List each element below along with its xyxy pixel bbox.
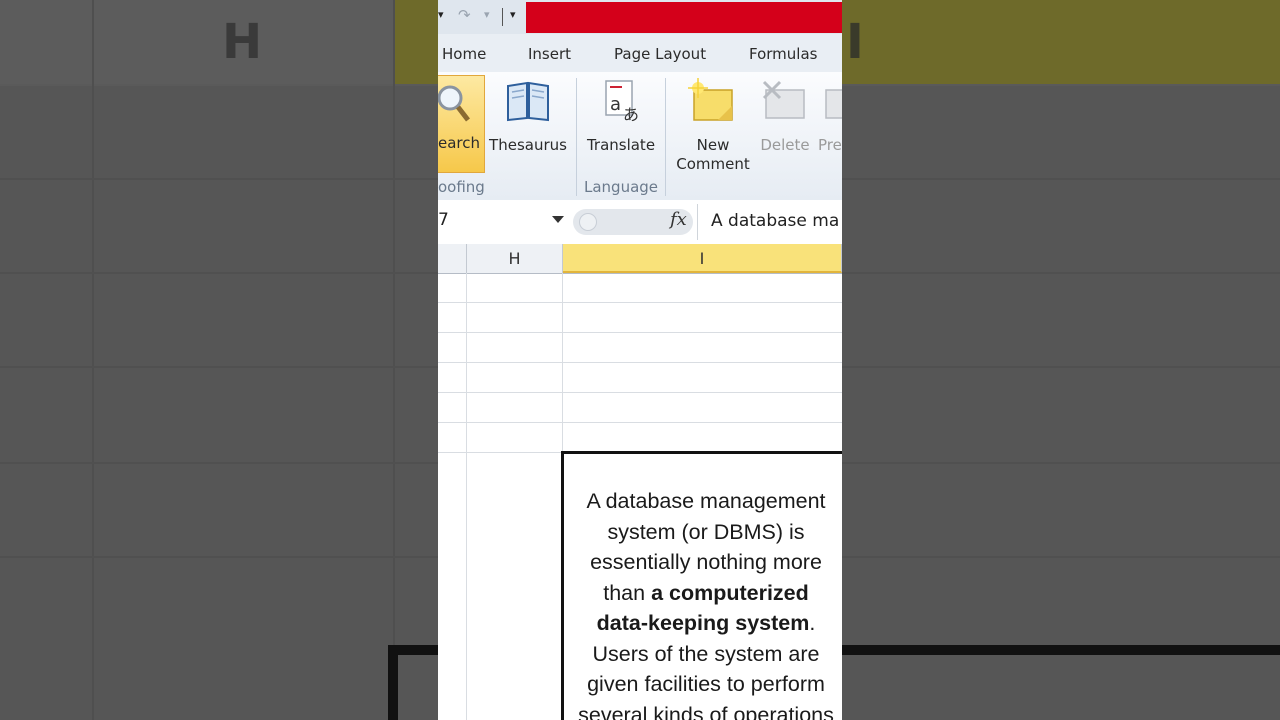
text-box-shape[interactable]: A database management system (or DBMS) i… xyxy=(561,451,842,720)
column-header-g[interactable] xyxy=(438,244,467,273)
insert-function-icon[interactable]: fx xyxy=(670,209,687,230)
tab-insert[interactable]: Insert xyxy=(528,45,571,63)
text-box-content: A database management system (or DBMS) i… xyxy=(564,486,842,720)
translate-label: Translate xyxy=(586,136,656,154)
quick-access-toolbar: ▾ ↷ ▾ ▾ xyxy=(438,0,842,34)
text-line: several kinds of operations xyxy=(578,702,834,720)
gridline xyxy=(438,332,842,333)
group-separator xyxy=(665,78,666,196)
new-comment-label-line1: New xyxy=(696,136,730,154)
bg-column-i-label: I xyxy=(846,14,864,70)
delete-comment-button[interactable]: Delete xyxy=(758,78,812,154)
name-box[interactable]: 7 xyxy=(438,210,449,230)
bg-gridline xyxy=(393,0,395,720)
formula-bar: 7 fx A database ma xyxy=(438,200,842,245)
undo-dropdown-icon[interactable]: ▾ xyxy=(438,8,444,21)
gridline xyxy=(438,362,842,363)
gridline xyxy=(438,422,842,423)
customize-toolbar-icon[interactable]: ▾ xyxy=(510,8,516,21)
gridline xyxy=(438,392,842,393)
gridline xyxy=(466,273,467,720)
tab-page-layout[interactable]: Page Layout xyxy=(614,45,706,63)
excel-window: ▾ ↷ ▾ ▾ Home Insert Page Layout Formulas… xyxy=(438,0,842,720)
group-label-proofing: oofing xyxy=(438,178,485,196)
tab-formulas[interactable]: Formulas xyxy=(749,45,817,63)
previous-comment-button[interactable]: Pre xyxy=(818,78,842,154)
text-line: system (or DBMS) is xyxy=(607,519,805,544)
new-comment-label-line2: Comment xyxy=(676,155,750,173)
name-box-dropdown-icon[interactable] xyxy=(552,216,564,223)
new-comment-label: New Comment xyxy=(670,136,756,174)
thesaurus-icon xyxy=(507,81,549,122)
column-headers: H I xyxy=(438,244,842,274)
redo-icon[interactable]: ↷ xyxy=(458,6,471,24)
resize-handle-icon[interactable] xyxy=(579,213,597,231)
formula-input[interactable]: A database ma xyxy=(711,211,839,231)
ribbon-tabs: Home Insert Page Layout Formulas xyxy=(438,34,842,72)
ribbon-review: earch Thesaurus oofing a あ Translate Lan… xyxy=(438,72,842,201)
svg-text:あ: あ xyxy=(623,105,639,124)
bg-column-h-header xyxy=(0,0,395,84)
translate-button[interactable]: a あ Translate xyxy=(581,78,661,154)
text-line: data-keeping system. xyxy=(564,608,842,639)
delete-label: Delete xyxy=(760,136,810,154)
title-bar xyxy=(526,2,842,33)
research-label: earch xyxy=(438,134,481,152)
text-line: Users of the system are xyxy=(592,641,820,666)
thesaurus-label: Thesaurus xyxy=(489,136,567,154)
column-header-i[interactable]: I xyxy=(563,244,842,273)
bg-gridline xyxy=(92,0,94,720)
translate-icon: a あ xyxy=(605,80,639,124)
thesaurus-button[interactable]: Thesaurus xyxy=(486,78,570,154)
research-button[interactable]: earch xyxy=(438,75,485,173)
delete-comment-icon xyxy=(762,80,805,119)
group-label-language: Language xyxy=(584,178,659,196)
text-segment: than xyxy=(603,580,652,605)
tab-home[interactable]: Home xyxy=(442,45,486,63)
text-line: than a computerized xyxy=(564,578,842,609)
formula-bar-separator xyxy=(697,204,698,240)
text-line: given facilities to perform xyxy=(587,672,825,696)
group-separator xyxy=(576,78,577,196)
new-comment-button[interactable]: New Comment xyxy=(670,78,756,174)
svg-text:a: a xyxy=(610,94,621,115)
text-bold-segment: data-keeping system xyxy=(596,611,810,635)
research-icon xyxy=(438,85,470,122)
toolbar-separator xyxy=(502,8,503,26)
bg-column-h-label: H xyxy=(222,14,263,70)
text-segment: . xyxy=(809,611,816,635)
text-bold-segment: a computerized xyxy=(651,580,809,605)
text-line: A database management xyxy=(586,489,826,513)
text-line: essentially nothing more xyxy=(590,550,822,574)
redo-dropdown-icon[interactable]: ▾ xyxy=(484,8,490,21)
column-header-h[interactable]: H xyxy=(467,244,563,273)
previous-label: Pre xyxy=(818,136,842,154)
previous-comment-icon xyxy=(825,89,842,119)
gridline xyxy=(438,302,842,303)
new-comment-icon xyxy=(688,78,733,121)
